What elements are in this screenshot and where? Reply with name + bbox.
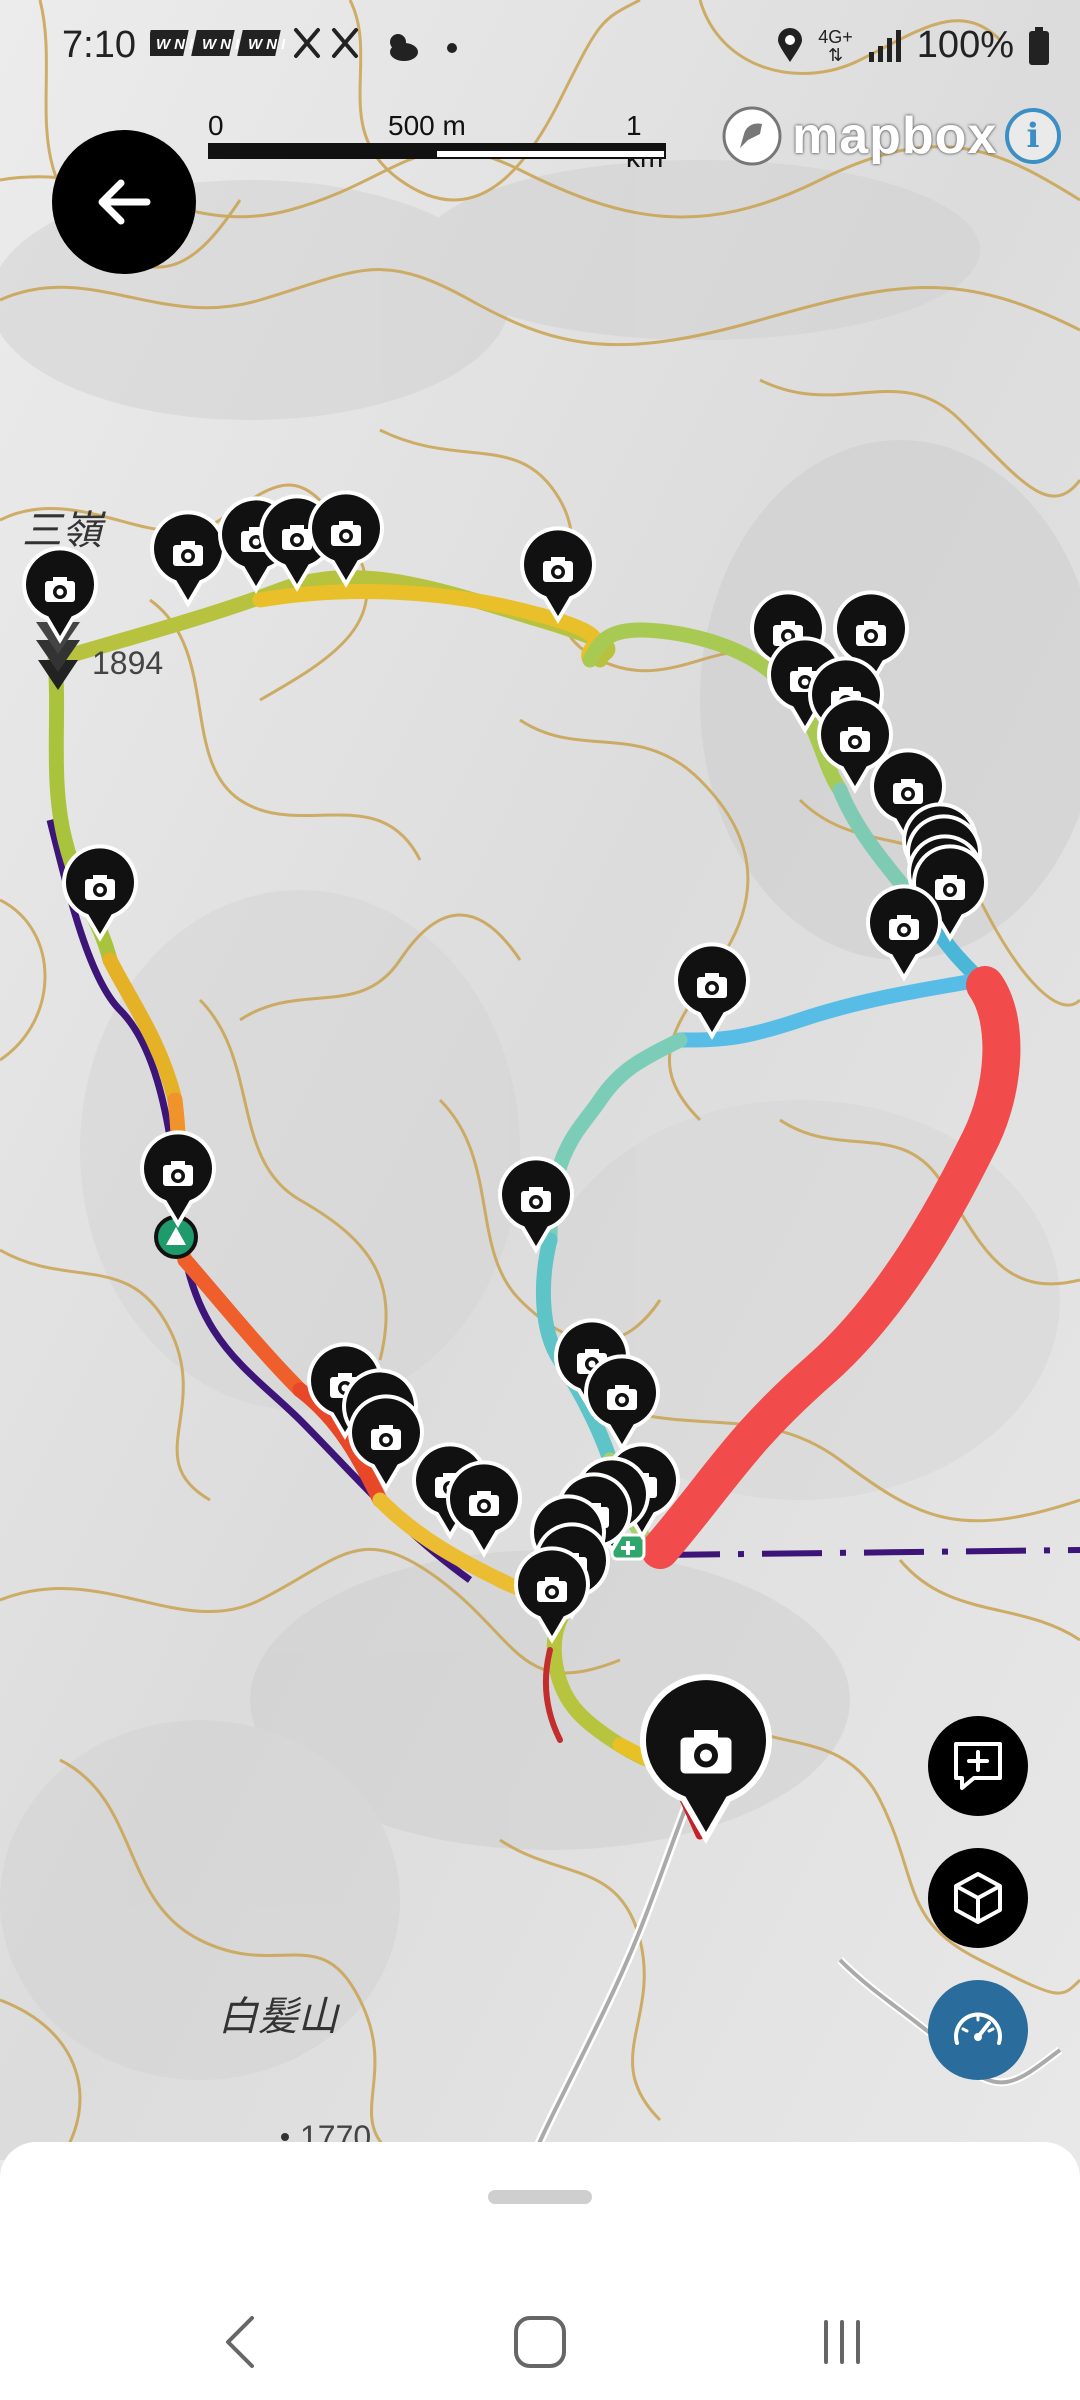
notification-icon-row: WNI WNI WNI: [145, 28, 358, 58]
arrow-left-icon: [98, 179, 151, 225]
battery-icon: [1029, 26, 1049, 65]
scale-bar-graphic: [208, 143, 666, 159]
mapbox-logo[interactable]: mapbox: [720, 104, 997, 168]
svg-text:WNI: WNI: [156, 36, 197, 53]
cube-icon: [954, 1872, 1002, 1924]
add-note-button[interactable]: [928, 1716, 1028, 1816]
bottom-sheet[interactable]: [0, 2142, 1080, 2400]
status-time: 7:10: [62, 24, 136, 66]
status-right: 4G+ ⇅ 100%: [776, 24, 1050, 67]
nav-back-button[interactable]: [190, 2292, 290, 2392]
nav-recents-button[interactable]: [792, 2292, 892, 2392]
mountain-name-label: 白髪山: [218, 1994, 341, 2040]
peak-elevation-label: 1894: [92, 645, 163, 681]
mapbox-logo-text: mapbox: [792, 107, 998, 165]
battery-percent: 100%: [916, 24, 1014, 66]
weather-status-icons: [390, 34, 457, 61]
svg-text:WNI: WNI: [248, 36, 289, 53]
notification-icons: WNI WNI WNI: [145, 24, 380, 72]
speed-button[interactable]: [928, 1980, 1028, 2080]
recents-nav-icon: [824, 2320, 860, 2364]
map-scale-bar: 0 500 m 1 km: [208, 110, 668, 173]
speedometer-icon: [954, 2012, 1002, 2045]
nav-home-button[interactable]: [490, 2292, 590, 2392]
network-type-label: 4G+: [818, 26, 853, 47]
attribution-info-button[interactable]: i: [1005, 108, 1061, 164]
scale-label-mid: 500 m: [388, 110, 466, 141]
back-button[interactable]: [52, 130, 196, 274]
svg-text:WNI: WNI: [202, 36, 243, 53]
location-icon: [778, 27, 803, 62]
data-arrows-icon: ⇅: [827, 44, 844, 65]
mountain-summit-dot: [281, 2133, 289, 2141]
status-bar: 7:10 WNI WNI WNI 4G+ ⇅ 100%: [0, 0, 1080, 96]
signal-icon: [868, 29, 901, 62]
back-nav-icon: [226, 2316, 254, 2368]
home-nav-icon: [514, 2316, 566, 2368]
map-canvas[interactable]: 三嶺 1894 白髪山 1770: [0, 0, 1080, 2160]
view-3d-button[interactable]: [928, 1848, 1028, 1948]
add-note-icon: [954, 1742, 1002, 1790]
scale-label-zero: 0: [208, 110, 224, 141]
network-type: 4G+ ⇅: [818, 28, 853, 64]
mapbox-logo-icon: [722, 106, 782, 166]
sheet-drag-handle[interactable]: [488, 2190, 592, 2204]
